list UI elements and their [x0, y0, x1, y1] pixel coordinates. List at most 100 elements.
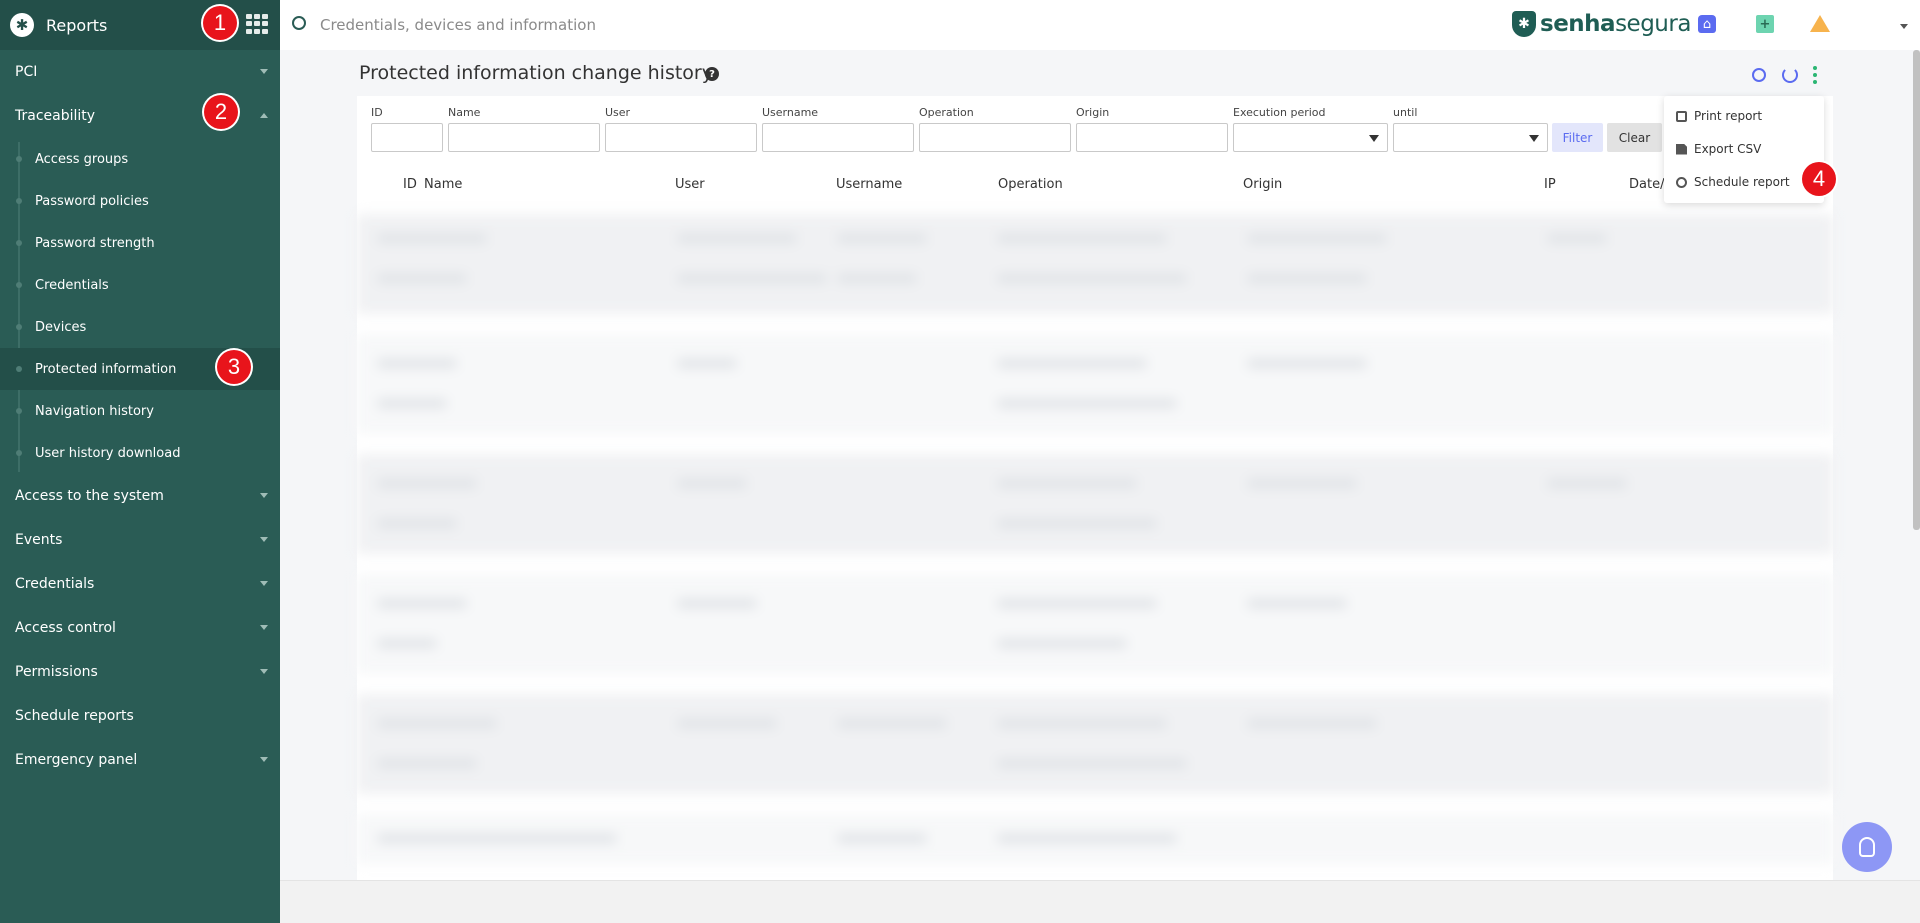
filter-name-input[interactable]: [448, 123, 600, 152]
search-icon: [292, 16, 306, 30]
sidebar-section-access-control[interactable]: Access control: [0, 606, 280, 650]
chevron-down-icon: [260, 537, 268, 542]
help-icon[interactable]: ?: [705, 67, 719, 81]
sidebar-item-label: Credentials: [35, 277, 109, 293]
column-header-operation[interactable]: Operation: [998, 177, 1063, 192]
brand-logo: ✱ senhasegura: [1512, 11, 1691, 37]
filter-id-input[interactable]: [371, 123, 443, 152]
filter-label-origin: Origin: [1076, 106, 1110, 119]
sidebar-section-label: Access control: [15, 620, 116, 636]
sidebar-item-devices[interactable]: Devices: [0, 306, 280, 348]
sidebar-item-access-groups[interactable]: Access groups: [0, 138, 280, 180]
schedule-report-item[interactable]: Schedule report: [1676, 172, 1790, 192]
column-header-user[interactable]: User: [675, 177, 705, 192]
menu-item-label: Print report: [1694, 109, 1763, 123]
sidebar-header: ✱ Reports: [0, 0, 280, 50]
print-report-item[interactable]: Print report: [1676, 106, 1762, 126]
sidebar: ✱ Reports PCI Traceability Access groups…: [0, 0, 280, 923]
bullet-icon: [16, 240, 22, 246]
sidebar-section-access-to-the-system[interactable]: Access to the system: [0, 474, 280, 518]
sidebar-title: Reports: [46, 15, 108, 35]
column-header-date[interactable]: Date/: [1629, 177, 1664, 192]
sidebar-section-permissions[interactable]: Permissions: [0, 650, 280, 694]
sidebar-item-label: Protected information: [35, 361, 177, 377]
user-menu-chevron-icon[interactable]: [1900, 24, 1908, 29]
sidebar-item-label: Devices: [35, 319, 87, 335]
apps-grid-icon[interactable]: [246, 14, 268, 34]
filter-username-input[interactable]: [762, 123, 914, 152]
sidebar-section-label: Permissions: [15, 664, 98, 680]
sidebar-section-label: PCI: [15, 64, 38, 80]
sidebar-item-user-history-download[interactable]: User history download: [0, 432, 280, 474]
sidebar-section-credentials[interactable]: Credentials: [0, 562, 280, 606]
annotation-badge-1: 1: [203, 6, 237, 40]
chevron-up-icon: [260, 113, 268, 118]
sidebar-section-label: Access to the system: [15, 488, 164, 504]
column-header-ip[interactable]: IP: [1544, 177, 1556, 192]
filter-operation-input[interactable]: [919, 123, 1071, 152]
file-icon: [1676, 143, 1687, 155]
sidebar-item-password-policies[interactable]: Password policies: [0, 180, 280, 222]
sidebar-section-emergency-panel[interactable]: Emergency panel: [0, 738, 280, 782]
table-header: ID Name User Username Operation Origin I…: [357, 166, 1833, 204]
column-header-username[interactable]: Username: [836, 177, 902, 192]
table-body-blurred: [357, 204, 1833, 874]
table-row: [357, 814, 1833, 864]
shield-icon: ✱: [1512, 11, 1536, 37]
filter-button[interactable]: Filter: [1552, 123, 1603, 152]
app-logo-icon: ✱: [10, 13, 34, 37]
filter-label-user: User: [605, 106, 631, 119]
chevron-down-icon: [260, 493, 268, 498]
refresh-icon[interactable]: [1782, 67, 1798, 83]
lightbulb-icon: [1859, 837, 1875, 857]
filter-user-input[interactable]: [605, 123, 757, 152]
warning-icon[interactable]: [1810, 15, 1830, 32]
more-options-icon[interactable]: [1813, 66, 1817, 84]
global-search-input[interactable]: [320, 10, 820, 40]
column-header-id[interactable]: ID: [403, 177, 417, 192]
new-document-icon[interactable]: +: [1756, 15, 1774, 33]
brand-name: senhasegura: [1540, 11, 1691, 37]
topbar: ✱ senhasegura ⌂ +: [280, 0, 1920, 50]
menu-item-label: Export CSV: [1694, 142, 1762, 156]
sidebar-section-label: Schedule reports: [15, 708, 134, 724]
sidebar-section-schedule-reports[interactable]: Schedule reports: [0, 694, 280, 738]
chevron-down-icon: [260, 669, 268, 674]
sidebar-section-events[interactable]: Events: [0, 518, 280, 562]
export-csv-item[interactable]: Export CSV: [1676, 139, 1761, 159]
column-header-name[interactable]: Name: [424, 177, 462, 192]
search-icon[interactable]: [1752, 68, 1766, 82]
filter-origin-input[interactable]: [1076, 123, 1228, 152]
sidebar-section-traceability[interactable]: Traceability: [0, 94, 280, 138]
page-scrollbar[interactable]: [1913, 50, 1920, 530]
table-row: [357, 214, 1833, 314]
until-select[interactable]: [1393, 123, 1548, 152]
sidebar-item-navigation-history[interactable]: Navigation history: [0, 390, 280, 432]
menu-item-label: Schedule report: [1694, 175, 1790, 189]
sidebar-section-label: Events: [15, 532, 63, 548]
chevron-down-icon: [260, 581, 268, 586]
chevron-down-icon: [260, 625, 268, 630]
clock-icon: [1676, 176, 1687, 188]
clear-button[interactable]: Clear: [1607, 123, 1662, 152]
home-icon[interactable]: ⌂: [1698, 15, 1716, 33]
filter-label-execution-period: Execution period: [1233, 106, 1326, 119]
sidebar-item-password-strength[interactable]: Password strength: [0, 222, 280, 264]
filter-bar: ID Name User Username Operation Origin E…: [357, 96, 1833, 166]
annotation-badge-2: 2: [204, 95, 238, 129]
filter-label-id: ID: [371, 106, 383, 119]
table-row: [357, 574, 1833, 674]
sidebar-item-label: User history download: [35, 445, 181, 461]
sidebar-item-credentials[interactable]: Credentials: [0, 264, 280, 306]
lightbulb-help-button[interactable]: [1842, 822, 1892, 872]
column-header-origin[interactable]: Origin: [1243, 177, 1282, 192]
printer-icon: [1676, 110, 1687, 122]
table-row: [357, 694, 1833, 794]
annotation-badge-4: 4: [1802, 162, 1836, 196]
table-row: [357, 454, 1833, 554]
sidebar-section-pci[interactable]: PCI: [0, 50, 280, 94]
sidebar-section-label: Traceability: [15, 108, 96, 124]
bullet-icon: [16, 324, 22, 330]
execution-period-select[interactable]: [1233, 123, 1388, 152]
report-card: ID Name User Username Operation Origin E…: [357, 96, 1833, 880]
